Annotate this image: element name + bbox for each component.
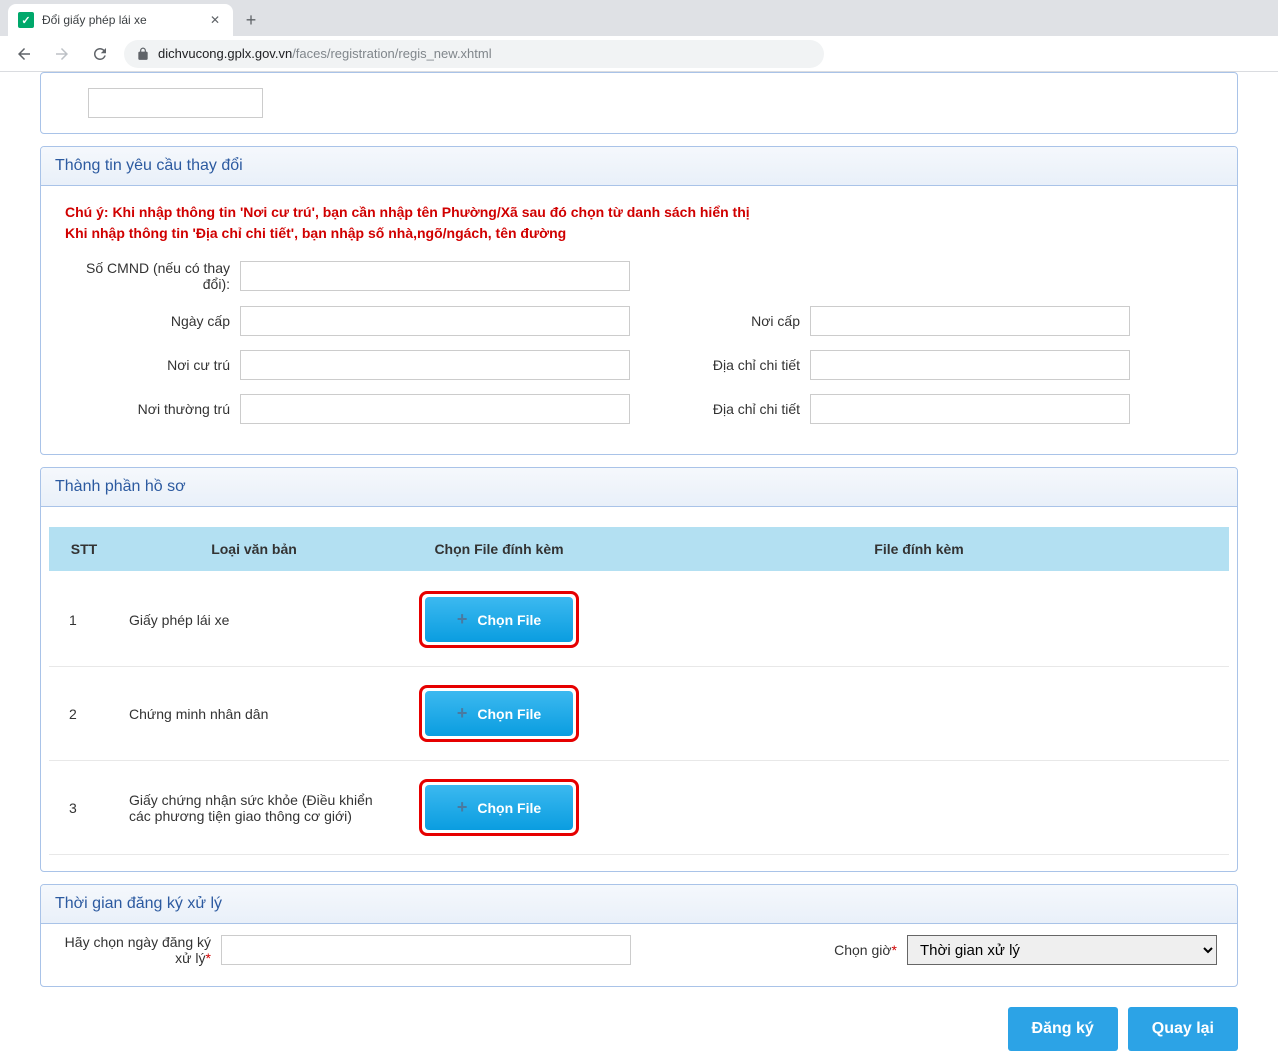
ngay-cap-input[interactable] — [240, 306, 630, 336]
lock-icon — [136, 47, 150, 61]
warning-line1: Chú ý: Khi nhập thông tin 'Nơi cư trú', … — [65, 202, 1213, 223]
panel-title: Thời gian đăng ký xử lý — [41, 885, 1237, 924]
panel-title: Thành phần hồ sơ — [41, 468, 1237, 507]
plus-icon: + — [457, 797, 468, 818]
reload-icon — [91, 45, 109, 63]
noi-thuong-tru-label: Nơi thường trú — [65, 401, 230, 417]
choose-file-label: Chọn File — [477, 800, 541, 816]
change-info-panel: Thông tin yêu cầu thay đổi Chú ý: Khi nh… — [40, 146, 1238, 455]
date-input[interactable] — [221, 935, 631, 965]
warning-line2: Khi nhập thông tin 'Địa chỉ chi tiết', b… — [65, 223, 1213, 244]
back-button[interactable]: Quay lại — [1128, 1007, 1238, 1051]
choose-file-button[interactable]: + Chọn File — [425, 597, 573, 642]
footer-actions: Đăng ký Quay lại — [40, 999, 1238, 1051]
arrow-left-icon — [15, 45, 33, 63]
noi-cap-input[interactable] — [810, 306, 1130, 336]
table-row: 2 Chứng minh nhân dân + Chọn File — [49, 667, 1229, 761]
forward-button[interactable] — [48, 40, 76, 68]
row-doc-name: Giấy phép lái xe — [119, 572, 389, 667]
date-label: Hãy chọn ngày đăng ký xử lý* — [61, 934, 211, 966]
noi-thuong-tru-input[interactable] — [240, 394, 630, 424]
choose-file-label: Chọn File — [477, 706, 541, 722]
documents-table: STT Loại văn bản Chọn File đính kèm File… — [49, 527, 1229, 855]
table-row: 3 Giấy chứng nhận sức khỏe (Điều khiển c… — [49, 761, 1229, 855]
dia-chi-2-input[interactable] — [810, 394, 1130, 424]
dia-chi-2-label: Địa chỉ chi tiết — [670, 401, 800, 417]
row-attached-file — [609, 761, 1229, 855]
col-loai: Loại văn bản — [119, 527, 389, 572]
back-button[interactable] — [10, 40, 38, 68]
new-tab-button[interactable]: + — [237, 6, 265, 34]
highlight-box: + Chọn File — [419, 685, 579, 742]
empty-box — [88, 88, 263, 118]
row-attached-file — [609, 572, 1229, 667]
plus-icon: + — [457, 703, 468, 724]
row-stt: 3 — [49, 761, 119, 855]
table-row: 1 Giấy phép lái xe + Chọn File — [49, 572, 1229, 667]
browser-tabs-bar: ✓ Đổi giấy phép lái xe ✕ + — [0, 0, 1278, 36]
warning-text: Chú ý: Khi nhập thông tin 'Nơi cư trú', … — [65, 202, 1213, 244]
col-file: File đính kèm — [609, 527, 1229, 572]
tab-title: Đổi giấy phép lái xe — [42, 13, 199, 27]
plus-icon: + — [457, 609, 468, 630]
highlight-box: + Chọn File — [419, 591, 579, 648]
row-file-select: + Chọn File — [389, 761, 609, 855]
time-label: Chọn giờ* — [834, 942, 897, 958]
ngay-cap-label: Ngày cấp — [65, 313, 230, 329]
dia-chi-1-label: Địa chỉ chi tiết — [670, 357, 800, 373]
choose-file-button[interactable]: + Chọn File — [425, 691, 573, 736]
close-icon[interactable]: ✕ — [207, 12, 223, 28]
noi-cap-label: Nơi cấp — [670, 313, 800, 329]
choose-file-label: Chọn File — [477, 612, 541, 628]
url-path: /faces/registration/regis_new.xhtml — [292, 46, 491, 61]
documents-panel: Thành phần hồ sơ STT Loại văn bản Chọn F… — [40, 467, 1238, 872]
row-attached-file — [609, 667, 1229, 761]
cmnd-label: Số CMND (nếu có thay đổi): — [65, 260, 230, 292]
submit-button[interactable]: Đăng ký — [1008, 1007, 1118, 1051]
choose-file-button[interactable]: + Chọn File — [425, 785, 573, 830]
noi-cu-tru-label: Nơi cư trú — [65, 357, 230, 373]
processing-time-panel: Thời gian đăng ký xử lý Hãy chọn ngày đă… — [40, 884, 1238, 987]
row-stt: 1 — [49, 572, 119, 667]
col-stt: STT — [49, 527, 119, 572]
browser-toolbar: dichvucong.gplx.gov.vn/faces/registratio… — [0, 36, 1278, 72]
col-chon: Chọn File đính kèm — [389, 527, 609, 572]
url-domain: dichvucong.gplx.gov.vn — [158, 46, 292, 61]
address-bar[interactable]: dichvucong.gplx.gov.vn/faces/registratio… — [124, 40, 824, 68]
highlight-box: + Chọn File — [419, 779, 579, 836]
row-stt: 2 — [49, 667, 119, 761]
browser-tab[interactable]: ✓ Đổi giấy phép lái xe ✕ — [8, 4, 233, 36]
panel-title: Thông tin yêu cầu thay đổi — [41, 147, 1237, 186]
top-panel-remnant — [40, 72, 1238, 134]
time-select[interactable]: Thời gian xử lý — [907, 935, 1217, 965]
row-doc-name: Chứng minh nhân dân — [119, 667, 389, 761]
noi-cu-tru-input[interactable] — [240, 350, 630, 380]
row-file-select: + Chọn File — [389, 572, 609, 667]
arrow-right-icon — [53, 45, 71, 63]
cmnd-input[interactable] — [240, 261, 630, 291]
tab-favicon-icon: ✓ — [18, 12, 34, 28]
row-doc-name: Giấy chứng nhận sức khỏe (Điều khiển các… — [119, 761, 389, 855]
dia-chi-1-input[interactable] — [810, 350, 1130, 380]
row-file-select: + Chọn File — [389, 667, 609, 761]
reload-button[interactable] — [86, 40, 114, 68]
